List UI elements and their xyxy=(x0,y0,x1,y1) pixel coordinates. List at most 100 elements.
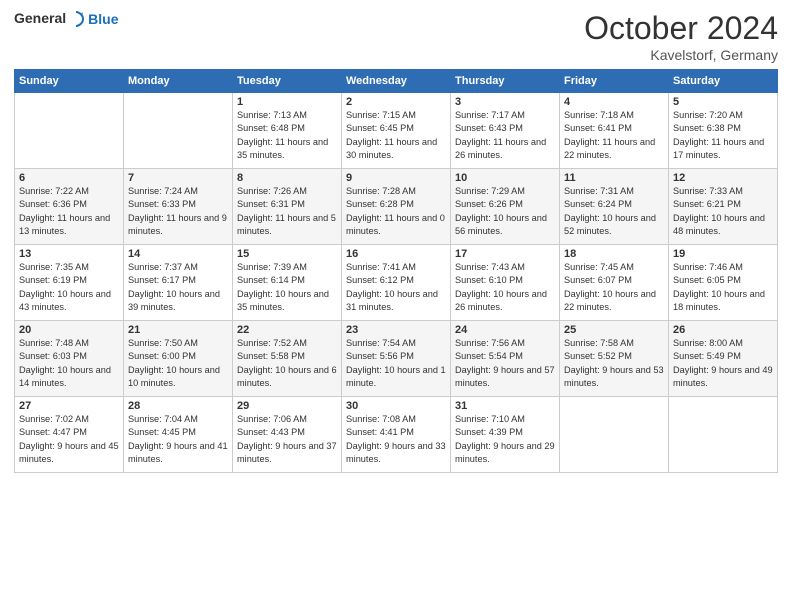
cell-w4-d3: 30 Sunrise: 7:08 AMSunset: 4:41 PMDayligh… xyxy=(342,397,451,473)
day-number: 28 xyxy=(128,400,228,412)
day-number: 25 xyxy=(564,324,664,336)
page-header: General Blue October 2024 Kavelstorf, Ge… xyxy=(14,10,778,63)
logo-bird-icon xyxy=(67,10,85,28)
day-number: 3 xyxy=(455,96,555,108)
cell-info: Sunrise: 7:10 AMSunset: 4:39 PMDaylight:… xyxy=(455,414,555,464)
day-number: 31 xyxy=(455,400,555,412)
cell-info: Sunrise: 7:39 AMSunset: 6:14 PMDaylight:… xyxy=(237,262,329,312)
cell-info: Sunrise: 7:50 AMSunset: 6:00 PMDaylight:… xyxy=(128,338,220,388)
day-number: 29 xyxy=(237,400,337,412)
cell-w0-d3: 2 Sunrise: 7:15 AMSunset: 6:45 PMDaylight… xyxy=(342,93,451,169)
cell-w0-d5: 4 Sunrise: 7:18 AMSunset: 6:41 PMDaylight… xyxy=(560,93,669,169)
cell-info: Sunrise: 7:48 AMSunset: 6:03 PMDaylight:… xyxy=(19,338,111,388)
col-sunday: Sunday xyxy=(15,70,124,93)
cell-w3-d4: 24Sunrise: 7:56 AMSunset: 5:54 PMDayligh… xyxy=(451,321,560,397)
cell-info: Sunrise: 7:15 AMSunset: 6:45 PMDaylight:… xyxy=(346,110,437,160)
cell-w2-d6: 19 Sunrise: 7:46 AMSunset: 6:05 PMDayligh… xyxy=(669,245,778,321)
col-saturday: Saturday xyxy=(669,70,778,93)
day-number: 21 xyxy=(128,324,228,336)
col-wednesday: Wednesday xyxy=(342,70,451,93)
cell-w0-d2: 1 Sunrise: 7:13 AMSunset: 6:48 PMDaylight… xyxy=(233,93,342,169)
day-number: 11 xyxy=(564,172,664,184)
day-number: 14 xyxy=(128,248,228,260)
cell-info: Sunrise: 7:52 AMSunset: 5:58 PMDaylight:… xyxy=(237,338,337,388)
cell-info: Sunrise: 7:33 AMSunset: 6:21 PMDaylight:… xyxy=(673,186,765,236)
cell-w3-d6: 26 Sunrise: 8:00 AMSunset: 5:49 PMDayligh… xyxy=(669,321,778,397)
cell-w2-d1: 14 Sunrise: 7:37 AMSunset: 6:17 PMDayligh… xyxy=(124,245,233,321)
cell-w0-d1 xyxy=(124,93,233,169)
day-number: 27 xyxy=(19,400,119,412)
cell-w2-d2: 15 Sunrise: 7:39 AMSunset: 6:14 PMDayligh… xyxy=(233,245,342,321)
col-tuesday: Tuesday xyxy=(233,70,342,93)
day-number: 9 xyxy=(346,172,446,184)
cell-w1-d3: 9Sunrise: 7:28 AMSunset: 6:28 PMDaylight… xyxy=(342,169,451,245)
cell-info: Sunrise: 7:17 AMSunset: 6:43 PMDaylight:… xyxy=(455,110,546,160)
cell-info: Sunrise: 7:45 AMSunset: 6:07 PMDaylight:… xyxy=(564,262,656,312)
cell-w1-d4: 10Sunrise: 7:29 AMSunset: 6:26 PMDayligh… xyxy=(451,169,560,245)
cell-info: Sunrise: 7:41 AMSunset: 6:12 PMDaylight:… xyxy=(346,262,438,312)
day-number: 26 xyxy=(673,324,773,336)
day-number: 30 xyxy=(346,400,446,412)
cell-w0-d4: 3 Sunrise: 7:17 AMSunset: 6:43 PMDaylight… xyxy=(451,93,560,169)
day-number: 10 xyxy=(455,172,555,184)
cell-info: Sunrise: 8:00 AMSunset: 5:49 PMDaylight:… xyxy=(673,338,773,388)
cell-w3-d2: 22Sunrise: 7:52 AMSunset: 5:58 PMDayligh… xyxy=(233,321,342,397)
cell-w1-d2: 8 Sunrise: 7:26 AMSunset: 6:31 PMDaylight… xyxy=(233,169,342,245)
week-row-5: 27Sunrise: 7:02 AMSunset: 4:47 PMDayligh… xyxy=(15,397,778,473)
cell-w2-d3: 16 Sunrise: 7:41 AMSunset: 6:12 PMDayligh… xyxy=(342,245,451,321)
day-number: 18 xyxy=(564,248,664,260)
cell-info: Sunrise: 7:31 AMSunset: 6:24 PMDaylight:… xyxy=(564,186,656,236)
cell-info: Sunrise: 7:46 AMSunset: 6:05 PMDaylight:… xyxy=(673,262,765,312)
col-monday: Monday xyxy=(124,70,233,93)
cell-info: Sunrise: 7:37 AMSunset: 6:17 PMDaylight:… xyxy=(128,262,220,312)
cell-info: Sunrise: 7:13 AMSunset: 6:48 PMDaylight:… xyxy=(237,110,328,160)
day-number: 7 xyxy=(128,172,228,184)
day-number: 4 xyxy=(564,96,664,108)
cell-w3-d1: 21 Sunrise: 7:50 AMSunset: 6:00 PMDayligh… xyxy=(124,321,233,397)
logo-general: General xyxy=(14,10,66,26)
day-number: 17 xyxy=(455,248,555,260)
logo: General Blue xyxy=(14,10,118,28)
cell-w3-d0: 20Sunrise: 7:48 AMSunset: 6:03 PMDayligh… xyxy=(15,321,124,397)
title-block: October 2024 Kavelstorf, Germany xyxy=(584,10,778,63)
cell-w0-d0 xyxy=(15,93,124,169)
cell-w1-d6: 12 Sunrise: 7:33 AMSunset: 6:21 PMDayligh… xyxy=(669,169,778,245)
col-friday: Friday xyxy=(560,70,669,93)
month-title: October 2024 xyxy=(584,10,778,47)
cell-w1-d1: 7Sunrise: 7:24 AMSunset: 6:33 PMDaylight… xyxy=(124,169,233,245)
cell-w1-d0: 6 Sunrise: 7:22 AMSunset: 6:36 PMDaylight… xyxy=(15,169,124,245)
day-number: 6 xyxy=(19,172,119,184)
day-number: 1 xyxy=(237,96,337,108)
cell-w0-d6: 5 Sunrise: 7:20 AMSunset: 6:38 PMDaylight… xyxy=(669,93,778,169)
cell-info: Sunrise: 7:26 AMSunset: 6:31 PMDaylight:… xyxy=(237,186,336,236)
cell-w3-d3: 23Sunrise: 7:54 AMSunset: 5:56 PMDayligh… xyxy=(342,321,451,397)
cell-w4-d1: 28Sunrise: 7:04 AMSunset: 4:45 PMDayligh… xyxy=(124,397,233,473)
day-number: 2 xyxy=(346,96,446,108)
week-row-3: 13Sunrise: 7:35 AMSunset: 6:19 PMDayligh… xyxy=(15,245,778,321)
day-number: 15 xyxy=(237,248,337,260)
day-number: 8 xyxy=(237,172,337,184)
cell-info: Sunrise: 7:18 AMSunset: 6:41 PMDaylight:… xyxy=(564,110,655,160)
day-number: 23 xyxy=(346,324,446,336)
calendar-table: Sunday Monday Tuesday Wednesday Thursday… xyxy=(14,69,778,473)
cell-w3-d5: 25Sunrise: 7:58 AMSunset: 5:52 PMDayligh… xyxy=(560,321,669,397)
cell-w1-d5: 11 Sunrise: 7:31 AMSunset: 6:24 PMDayligh… xyxy=(560,169,669,245)
day-number: 19 xyxy=(673,248,773,260)
week-row-4: 20Sunrise: 7:48 AMSunset: 6:03 PMDayligh… xyxy=(15,321,778,397)
week-row-2: 6 Sunrise: 7:22 AMSunset: 6:36 PMDaylight… xyxy=(15,169,778,245)
day-number: 12 xyxy=(673,172,773,184)
day-number: 16 xyxy=(346,248,446,260)
cell-w2-d5: 18 Sunrise: 7:45 AMSunset: 6:07 PMDayligh… xyxy=(560,245,669,321)
location: Kavelstorf, Germany xyxy=(584,47,778,63)
cell-w4-d6 xyxy=(669,397,778,473)
day-number: 5 xyxy=(673,96,773,108)
cell-info: Sunrise: 7:22 AMSunset: 6:36 PMDaylight:… xyxy=(19,186,110,236)
cell-w2-d0: 13Sunrise: 7:35 AMSunset: 6:19 PMDayligh… xyxy=(15,245,124,321)
cell-w4-d2: 29Sunrise: 7:06 AMSunset: 4:43 PMDayligh… xyxy=(233,397,342,473)
day-number: 13 xyxy=(19,248,119,260)
cell-info: Sunrise: 7:08 AMSunset: 4:41 PMDaylight:… xyxy=(346,414,446,464)
logo-blue: Blue xyxy=(88,11,118,27)
cell-info: Sunrise: 7:20 AMSunset: 6:38 PMDaylight:… xyxy=(673,110,764,160)
cell-w2-d4: 17Sunrise: 7:43 AMSunset: 6:10 PMDayligh… xyxy=(451,245,560,321)
day-number: 24 xyxy=(455,324,555,336)
